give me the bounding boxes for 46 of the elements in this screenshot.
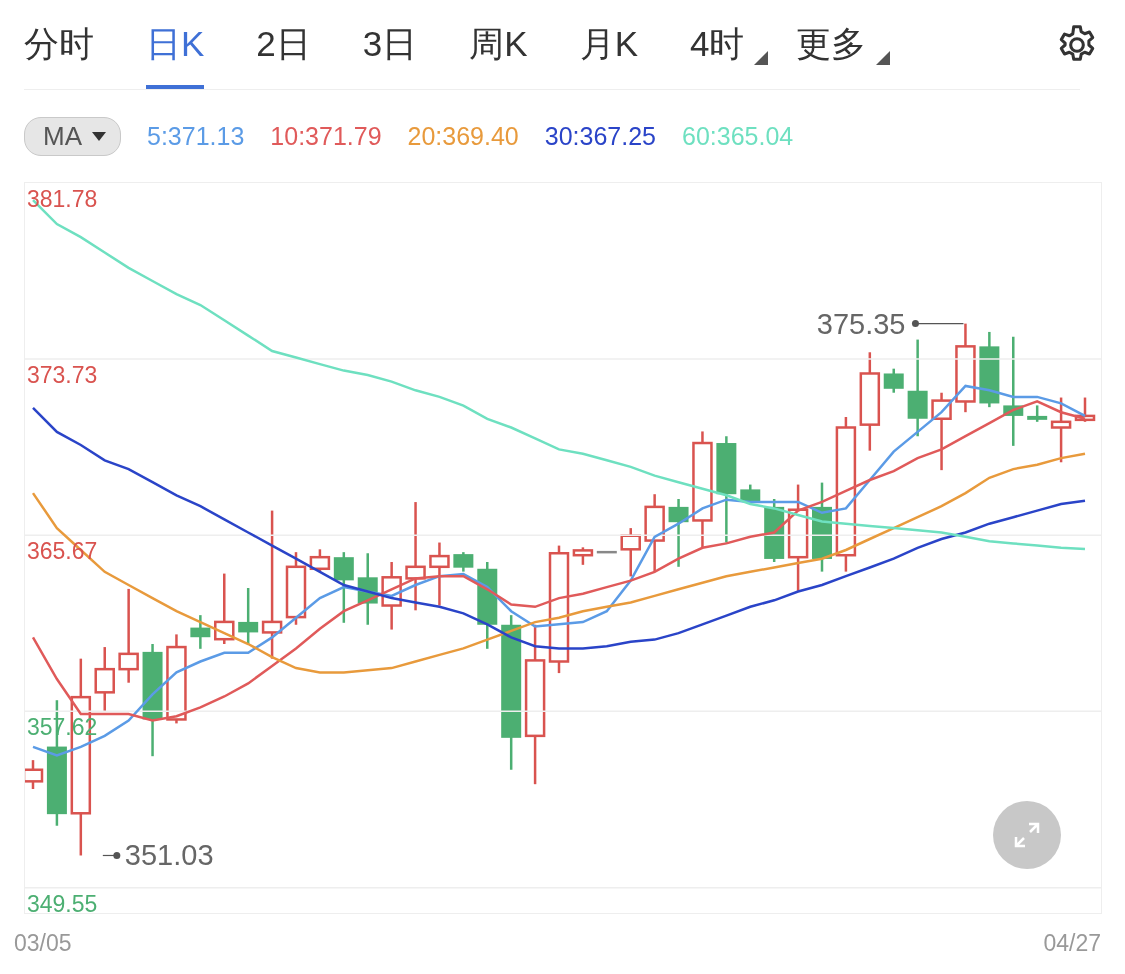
price-marker: [102, 852, 121, 859]
rising-candlestick: [1050, 397, 1072, 463]
indicator-dropdown[interactable]: MA: [24, 116, 121, 156]
axis-label: 381.78: [27, 186, 98, 212]
rising-candlestick: [94, 647, 115, 712]
period-tab[interactable]: 更多: [796, 0, 867, 89]
flat-candlestick: [596, 550, 617, 554]
caret-icon: [92, 131, 106, 141]
period-tab[interactable]: 3日: [362, 0, 418, 89]
moving-average-value: 20:369.40: [407, 121, 519, 151]
falling-candlestick: [883, 368, 904, 393]
rising-candlestick: [309, 549, 331, 572]
period-tab[interactable]: 周K: [469, 0, 528, 89]
rising-candlestick: [214, 573, 235, 644]
falling-candlestick: [740, 484, 761, 504]
falling-candlestick: [764, 499, 785, 562]
price-marker: [911, 320, 965, 328]
period-tab[interactable]: 分时: [24, 0, 94, 89]
period-tab[interactable]: 2日: [256, 0, 311, 89]
date-label: 03/05: [14, 930, 72, 957]
moving-average-value: 5:371.13: [147, 121, 245, 151]
period-tab[interactable]: 月K: [579, 0, 638, 89]
axis-label: 373.73: [27, 362, 98, 389]
falling-candlestick: [333, 552, 354, 623]
high-price-label: 375.35: [816, 307, 906, 340]
falling-candlestick: [190, 615, 211, 649]
rising-candlestick: [381, 562, 402, 630]
falling-candlestick: [238, 588, 259, 644]
rising-candlestick: [1074, 397, 1096, 422]
period-tab[interactable]: 日K: [146, 0, 205, 89]
date-label: 04/27: [1043, 930, 1101, 957]
low-price-label: 351.03: [124, 839, 214, 872]
moving-average-value: 60:365.04: [682, 121, 794, 151]
expand-icon: [1012, 820, 1042, 850]
moving-average-value: 10:371.79: [270, 121, 382, 151]
falling-candlestick: [453, 552, 474, 572]
rising-candlestick: [572, 547, 594, 565]
period-tab[interactable]: 4时: [690, 0, 745, 89]
falling-candlestick: [668, 499, 689, 567]
rising-candlestick: [620, 528, 641, 577]
rising-candlestick: [25, 760, 44, 789]
axis-label: 349.55: [27, 890, 98, 913]
moving-average-value: 30:367.25: [544, 121, 656, 151]
falling-candlestick: [1027, 405, 1048, 422]
rising-candlestick: [429, 542, 450, 606]
falling-candlestick: [357, 553, 378, 625]
